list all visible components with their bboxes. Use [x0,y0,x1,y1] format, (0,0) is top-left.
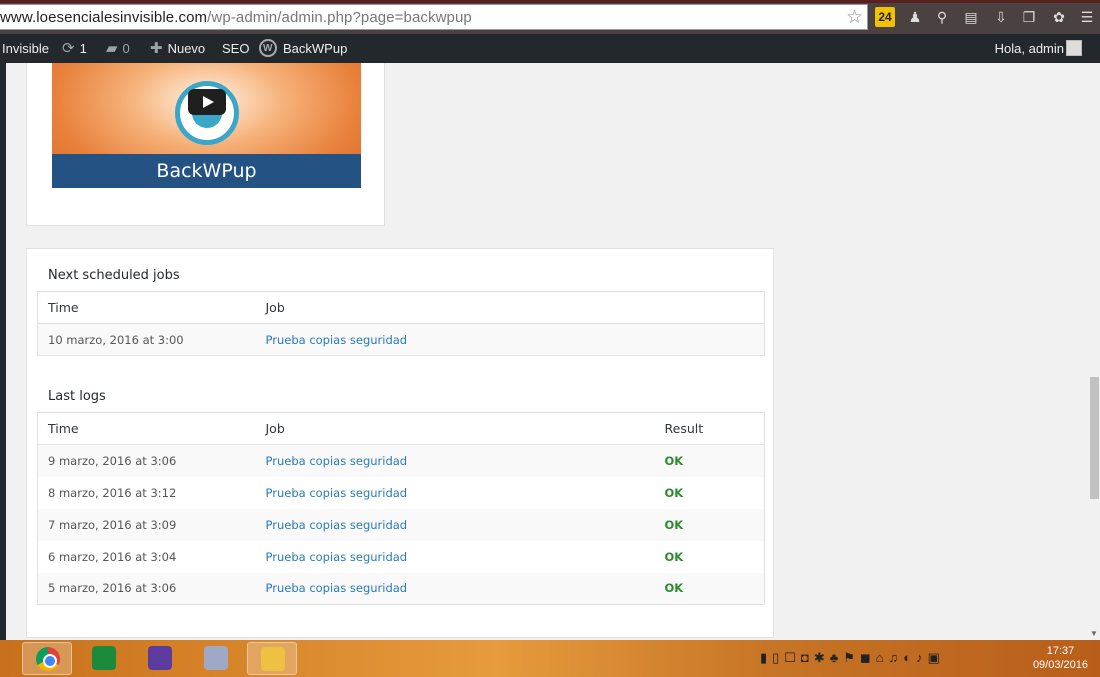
log-time: 6 marzo, 2016 at 3:04 [48,549,177,564]
job-link[interactable]: Prueba copias seguridad [266,333,408,347]
table-row: 9 marzo, 2016 at 3:06 Prueba copias segu… [37,444,765,477]
last-logs-title: Last logs [48,389,106,404]
column-header-job: Job [255,412,655,445]
column-header-time: Time [37,291,256,324]
taskbar-calendar-button[interactable] [135,642,185,675]
avatar[interactable] [1066,40,1082,56]
job-cell: Prueba copias seguridad [255,508,655,541]
taskbar-paint-button[interactable] [191,642,241,675]
job-cell: Prueba copias seguridad [255,444,655,477]
menu-icon[interactable]: ☰ [1077,7,1097,27]
table-header-row: Time Job [37,291,765,324]
browser-toolbar: www.loesencialesinvisible.com/wp-admin/a… [0,0,1100,34]
job-link[interactable]: Prueba copias seguridad [266,518,408,532]
store-icon [92,646,116,670]
job-link[interactable]: Prueba copias seguridad [266,550,408,564]
clock-date: 09/03/2016 [1032,659,1088,671]
job-time: 10 marzo, 2016 at 3:00 [37,323,256,356]
page-scrollbar[interactable]: ▼ [1088,63,1100,640]
windows-taskbar: ▮▯☐◘✱♣⚑◼⌂♫◐♪▣ 17:37 09/03/2016 [0,640,1100,677]
backwpup-label: BackWPup [283,41,348,56]
comments-link[interactable]: ▰ 0 [106,34,130,63]
next-jobs-title: Next scheduled jobs [48,268,180,283]
next-jobs-table: Time Job 10 marzo, 2016 at 3:00 Prueba c… [37,291,765,356]
table-row: 6 marzo, 2016 at 3:04 Prueba copias segu… [38,541,765,573]
job-link[interactable]: Prueba copias seguridad [266,486,408,500]
result-ok: OK [654,508,765,541]
url-path: /wp-admin/admin.php?page=backwpup [207,9,472,26]
result-ok: OK [654,444,765,477]
backwpup-logo-icon [259,34,277,63]
column-header-job: Job [255,291,765,324]
wp-admin-bar: Invisible ⟳1 ▰0 ✚Nuevo SEO BackWPup Hola… [0,34,1100,63]
log-time: 9 marzo, 2016 at 3:06 [37,444,256,477]
job-link[interactable]: Prueba copias seguridad [266,454,408,468]
plus-icon: ✚ [150,40,163,57]
admin-sidebar-edge [0,63,6,640]
log-time: 5 marzo, 2016 at 3:06 [37,572,256,605]
log-time: 7 marzo, 2016 at 3:09 [37,508,256,541]
copy-extension-icon[interactable]: ❐ [1019,7,1039,27]
taskbar-explorer-button[interactable] [247,642,297,675]
bookmark-star-icon[interactable]: ☆ [846,6,863,29]
comment-icon: ▰ [106,40,118,57]
clock-time: 17:37 [1046,645,1075,657]
new-content-link[interactable]: ✚ Nuevo [150,34,205,63]
url-host: www.loesencialesinvisible.com [0,9,208,26]
system-tray[interactable]: ▮▯☐◘✱♣⚑◼⌂♫◐♪▣ [760,650,945,666]
job-cell: Prueba copias seguridad [256,477,655,509]
table-row: 10 marzo, 2016 at 3:00 Prueba copias seg… [37,323,765,356]
table-row: 7 marzo, 2016 at 3:09 Prueba copias segu… [37,508,765,541]
job-cell: Prueba copias seguridad [255,572,655,605]
jobs-panel: Next scheduled jobs Time Job 10 marzo, 2… [26,248,774,638]
comments-count: 0 [122,41,130,56]
download-extension-icon[interactable]: ⇩ [991,7,1011,27]
chrome-icon [36,647,60,671]
result-ok: OK [654,572,765,605]
user-greeting[interactable]: Hola, admin [995,34,1064,63]
updates-count: 1 [79,41,87,56]
person-extension-icon[interactable]: ♟ [905,7,925,27]
job-cell: Prueba copias seguridad [255,323,765,356]
site-name-link[interactable]: Invisible [2,34,49,63]
scroll-down-arrow-icon[interactable]: ▼ [1090,629,1098,638]
refresh-icon: ⟳ [62,40,75,57]
column-header-time: Time [37,412,256,445]
last-logs-table: Time Job Result 9 marzo, 2016 at 3:06 Pr… [37,412,765,605]
new-label: Nuevo [167,41,206,56]
backwpup-link[interactable]: BackWPup [259,34,347,63]
palette-extension-icon[interactable]: ✿ [1049,7,1069,27]
play-icon[interactable] [188,89,226,115]
table-row: 5 marzo, 2016 at 3:06 Prueba copias segu… [37,572,765,605]
extension-badge-icon[interactable]: 24 [875,7,895,27]
paint-icon [204,646,228,670]
browser-top-stripe [0,0,1100,3]
scrollbar-thumb[interactable] [1090,377,1099,499]
video-thumbnail[interactable]: BackWPup [52,63,361,188]
explorer-icon [261,647,285,671]
job-cell: Prueba copias seguridad [256,541,655,573]
calendar-icon [148,646,172,670]
video-title: BackWPup [156,160,257,182]
column-header-result: Result [654,412,765,445]
log-time: 8 marzo, 2016 at 3:12 [48,485,177,500]
updates-link[interactable]: ⟳ 1 [62,34,87,63]
table-header-row: Time Job Result [37,412,765,445]
tab-extension-icon[interactable]: ▤ [961,7,981,27]
taskbar-chrome-button[interactable] [22,642,72,675]
taskbar-store-button[interactable] [79,642,129,675]
taskbar-clock[interactable]: 17:37 09/03/2016 [1033,644,1088,672]
result-ok: OK [664,549,684,564]
address-bar[interactable]: www.loesencialesinvisible.com/wp-admin/a… [0,4,868,30]
url-text[interactable]: www.loesencialesinvisible.com/wp-admin/a… [0,9,472,26]
result-ok: OK [664,485,684,500]
job-link[interactable]: Prueba copias seguridad [266,581,408,595]
zoom-extension-icon[interactable]: ⚲ [932,7,952,27]
video-panel: BackWPup [26,63,385,226]
table-row: 8 marzo, 2016 at 3:12 Prueba copias segu… [38,477,765,509]
seo-link[interactable]: SEO [222,34,249,63]
